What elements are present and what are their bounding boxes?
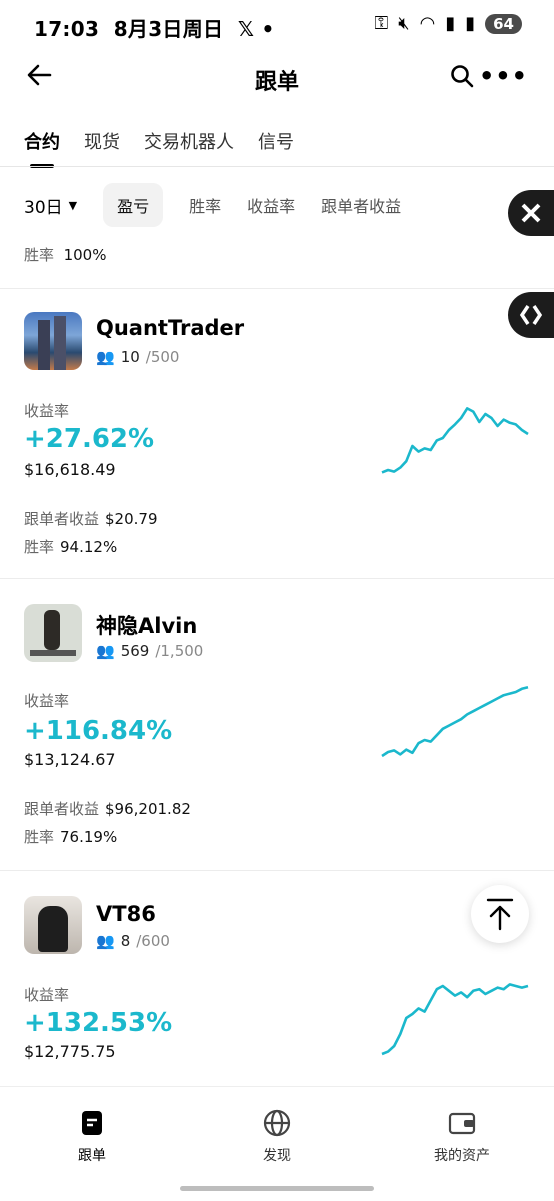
sort-roi-chip[interactable]: 收益率 bbox=[247, 193, 295, 217]
tab-spot[interactable]: 现货 bbox=[84, 128, 120, 154]
filter-bar: 30日 ▼ 盈亏 胜率 收益率 跟单者收益 bbox=[24, 183, 401, 227]
trader-card-alvin[interactable]: 神隐Alvin 👥 569/1,500 收益率 +116.84% $13,124.… bbox=[0, 580, 554, 870]
pnl-sparkline bbox=[381, 407, 529, 474]
tab-futures[interactable]: 合约 bbox=[24, 128, 60, 168]
caret-down-icon: ▼ bbox=[68, 198, 78, 212]
sort-copier-pnl-chip[interactable]: 跟单者收益 bbox=[321, 193, 401, 217]
roi-label: 收益率 bbox=[24, 402, 70, 420]
mute-icon: 🔇︎ bbox=[398, 13, 410, 34]
sparkline-path bbox=[381, 407, 529, 474]
trader-name: 神隐Alvin bbox=[96, 614, 198, 638]
roi-value: +27.62% bbox=[24, 424, 155, 454]
pnl-value: $16,618.49 bbox=[24, 460, 116, 479]
sort-pnl-chip[interactable]: 盈亏 bbox=[103, 183, 164, 227]
x-icon: 𝕏 bbox=[237, 17, 255, 41]
globe-icon bbox=[263, 1109, 291, 1137]
wallet-icon bbox=[448, 1112, 476, 1135]
pnl-sparkline bbox=[381, 685, 529, 758]
card-divider bbox=[0, 288, 554, 289]
roi-value: +132.53% bbox=[24, 1008, 173, 1038]
x-logo-icon bbox=[521, 203, 541, 223]
key-icon: ⚿ bbox=[374, 13, 389, 34]
tabs-divider bbox=[0, 166, 554, 167]
avatar bbox=[24, 312, 82, 370]
trader-card-vt86[interactable]: VT86 👥 8/600 收益率 +132.53% $12,775.75 bbox=[0, 872, 554, 1086]
status-time: 17:03 8月3日周日 𝕏 • bbox=[34, 17, 275, 41]
status-icons: ⚿ 🔇︎ ◠ ▮ ▮ 64 bbox=[375, 13, 522, 34]
battery-indicator: 64 bbox=[485, 13, 522, 34]
sort-winrate-chip[interactable]: 胜率 bbox=[189, 193, 221, 217]
winrate: 胜率 94.12% bbox=[24, 538, 118, 556]
card-divider bbox=[0, 870, 554, 871]
back-to-top-button[interactable] bbox=[471, 885, 529, 943]
sparkline-path bbox=[381, 685, 529, 758]
trader-name: QuantTrader bbox=[96, 316, 245, 340]
tab-signal[interactable]: 信号 bbox=[258, 128, 294, 154]
roi-label: 收益率 bbox=[24, 692, 70, 710]
more-icon[interactable]: ••• bbox=[479, 62, 528, 90]
prev-card-winrate: 胜率 100% bbox=[24, 246, 107, 264]
card-divider bbox=[0, 578, 554, 579]
search-icon[interactable] bbox=[450, 64, 474, 88]
follower-count: 👥 10/500 bbox=[96, 348, 180, 366]
copier-pnl: 跟单者收益 $20.79 bbox=[24, 510, 158, 528]
pnl-sparkline bbox=[381, 983, 529, 1056]
trader-card-quanttrader[interactable]: QuantTrader 👥 10/500 收益率 +27.62% $16,618.… bbox=[0, 290, 554, 578]
winrate: 胜率 76.19% bbox=[24, 828, 118, 846]
nav-discover[interactable]: 发现 bbox=[217, 1109, 337, 1165]
wifi-icon: ◠ bbox=[419, 13, 436, 34]
avatar bbox=[24, 604, 82, 662]
users-icon: 👥 bbox=[96, 932, 115, 950]
signal-icon-2: ▮ bbox=[465, 13, 476, 34]
floating-x-button[interactable] bbox=[508, 190, 554, 236]
users-icon: 👥 bbox=[96, 348, 115, 366]
avatar bbox=[24, 896, 82, 954]
trader-name: VT86 bbox=[96, 902, 156, 926]
roi-label: 收益率 bbox=[24, 986, 70, 1004]
tab-trading-bot[interactable]: 交易机器人 bbox=[144, 128, 234, 154]
tab-bar: 合约 现货 交易机器人 信号 bbox=[24, 128, 294, 168]
follower-count: 👥 8/600 bbox=[96, 932, 170, 950]
signal-icon: ▮ bbox=[445, 13, 456, 34]
document-icon bbox=[82, 1111, 102, 1135]
period-select[interactable]: 30日 ▼ bbox=[24, 193, 77, 218]
users-icon: 👥 bbox=[96, 642, 115, 660]
copier-pnl: 跟单者收益 $96,201.82 bbox=[24, 800, 191, 818]
follower-count: 👥 569/1,500 bbox=[96, 642, 204, 660]
pnl-value: $12,775.75 bbox=[24, 1042, 116, 1061]
sparkline-path bbox=[381, 983, 529, 1056]
bottom-nav: 跟单 发现 我的资产 bbox=[0, 1086, 554, 1201]
home-indicator bbox=[180, 1186, 374, 1191]
pnl-value: $13,124.67 bbox=[24, 750, 116, 769]
roi-value: +116.84% bbox=[24, 716, 173, 746]
nav-copy-trade[interactable]: 跟单 bbox=[32, 1109, 152, 1165]
arrow-up-to-top-icon bbox=[486, 898, 514, 931]
nav-my-assets[interactable]: 我的资产 bbox=[402, 1109, 522, 1165]
